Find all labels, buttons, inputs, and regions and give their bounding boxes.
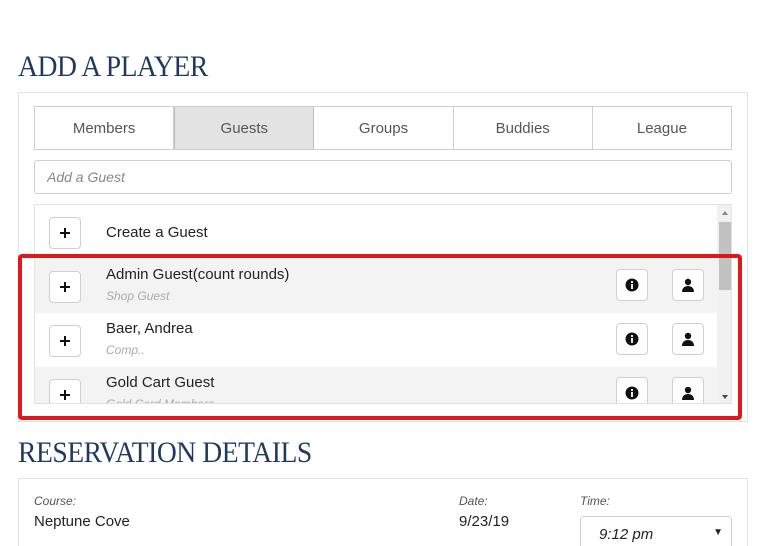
- guest-list: Create a Guest Admin Guest(count rounds)…: [34, 204, 732, 404]
- plus-icon: [60, 336, 70, 346]
- guest-info-button[interactable]: [616, 323, 648, 355]
- date-label: Date:: [459, 494, 488, 508]
- add-player-title: ADD A PLAYER: [18, 50, 208, 83]
- add-guest-button[interactable]: [49, 271, 81, 303]
- time-label: Time:: [580, 494, 610, 508]
- guest-type: Gold Card Members: [106, 397, 215, 404]
- guest-name: Gold Cart Guest: [106, 374, 215, 391]
- course-value: Neptune Cove: [34, 513, 130, 530]
- list-item: Baer, Andrea Comp..: [35, 313, 717, 367]
- scroll-up-icon[interactable]: [717, 205, 731, 221]
- guest-type: Comp..: [106, 343, 145, 357]
- guest-profile-button[interactable]: [672, 323, 704, 355]
- guest-list-scrollbar[interactable]: [717, 205, 731, 403]
- reservation-details-title: RESERVATION DETAILS: [18, 436, 312, 469]
- tab-buddies[interactable]: Buddies: [453, 107, 593, 149]
- time-value: 9:12 pm: [599, 525, 654, 543]
- guest-name: Baer, Andrea: [106, 320, 193, 337]
- guest-profile-button[interactable]: [672, 377, 704, 403]
- scroll-down-icon[interactable]: [717, 389, 731, 403]
- create-guest-row: Create a Guest: [35, 205, 717, 259]
- chevron-down-icon: ▼: [713, 527, 723, 538]
- list-item: Gold Cart Guest Gold Card Members: [35, 367, 717, 404]
- list-item: Admin Guest(count rounds) Shop Guest: [35, 259, 717, 313]
- time-select[interactable]: 9:12 pm ▼: [580, 516, 732, 546]
- date-value: 9/23/19: [459, 513, 510, 530]
- info-icon: [625, 386, 639, 400]
- course-label: Course:: [34, 494, 77, 508]
- guest-info-button[interactable]: [616, 269, 648, 301]
- tab-members[interactable]: Members: [35, 107, 175, 149]
- info-icon: [625, 332, 639, 346]
- user-icon: [682, 386, 694, 400]
- plus-icon: [60, 390, 70, 400]
- guest-info-button[interactable]: [616, 377, 648, 403]
- player-tabs: Members Guests Groups Buddies League: [34, 106, 732, 150]
- plus-icon: [60, 282, 70, 292]
- plus-icon: [60, 228, 70, 238]
- add-guest-search-input[interactable]: [34, 160, 732, 194]
- create-guest-button[interactable]: [49, 217, 81, 249]
- create-guest-label: Create a Guest: [106, 224, 208, 241]
- user-icon: [682, 278, 694, 292]
- info-icon: [625, 278, 639, 292]
- tab-guests[interactable]: Guests: [174, 107, 315, 149]
- scrollbar-thumb[interactable]: [719, 222, 731, 290]
- add-guest-button[interactable]: [49, 379, 81, 403]
- tab-league[interactable]: League: [592, 107, 732, 149]
- guest-profile-button[interactable]: [672, 269, 704, 301]
- guest-type: Shop Guest: [106, 289, 170, 303]
- user-icon: [682, 332, 694, 346]
- tab-groups[interactable]: Groups: [314, 107, 454, 149]
- guest-name: Admin Guest(count rounds): [106, 266, 290, 283]
- add-guest-button[interactable]: [49, 325, 81, 357]
